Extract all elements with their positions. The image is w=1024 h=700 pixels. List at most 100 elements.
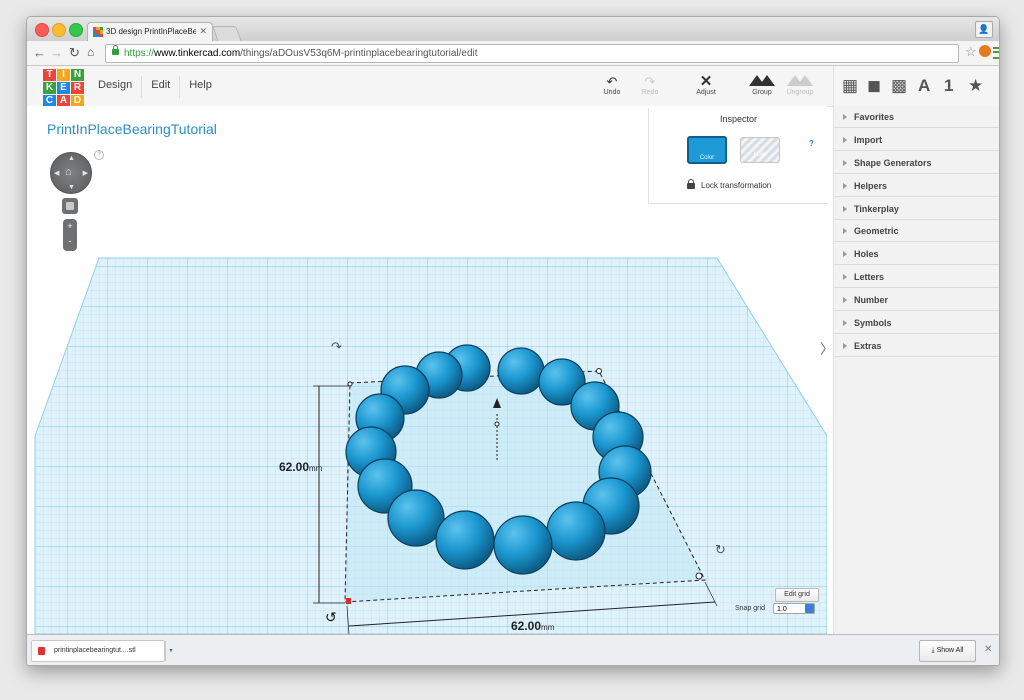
browser-toolbar: ← → ↻ ⌂ https://www.tinkercad.com/things… <box>27 41 999 66</box>
group-icon <box>745 74 779 89</box>
app-header: T I N K E R C A D Design Edit Help ↶ Und… <box>27 66 999 107</box>
tab-close-icon[interactable]: ✕ <box>199 26 207 37</box>
fit-view-icon[interactable] <box>62 198 78 214</box>
redo-icon: ↷ <box>644 74 656 89</box>
panel-item-geometric[interactable]: Geometric <box>834 220 999 242</box>
expand-arrow-icon <box>843 251 847 257</box>
show-all-downloads-button[interactable]: ⤓ Show All <box>919 640 976 662</box>
inspector-title: Inspector <box>719 114 758 124</box>
panel-item-shape-generators[interactable]: Shape Generators <box>834 152 999 174</box>
tinkercad-logo[interactable]: T I N K E R C A D <box>43 69 84 107</box>
panel-item-import[interactable]: Import <box>834 129 999 151</box>
new-tab-button[interactable] <box>212 26 242 42</box>
snap-grid-select[interactable]: 1.0 <box>773 603 815 614</box>
selection-handle <box>695 572 703 580</box>
inspector-help-icon[interactable]: ? <box>809 139 814 148</box>
orbit-left-icon[interactable]: ◀ <box>54 169 59 177</box>
group-button[interactable]: Group <box>745 74 779 96</box>
view-toolbar: ▦ ◼ ▩ A 1 ★ <box>833 66 999 106</box>
panel-item-favorites[interactable]: Favorites <box>834 106 999 128</box>
rotate-handle-icon: ↷ <box>331 340 343 355</box>
expand-arrow-icon <box>843 206 847 212</box>
nav-help-icon[interactable]: ? <box>94 150 104 160</box>
rotate-handle-icon: ↺ <box>325 610 337 626</box>
address-bar[interactable]: https://www.tinkercad.com/things/aDOusV5… <box>105 44 959 63</box>
number-shape-icon[interactable]: 1 <box>944 76 953 96</box>
tinkercad-favicon-icon <box>93 27 103 37</box>
panel-item-symbols[interactable]: Symbols <box>834 312 999 334</box>
panel-item-tinkerplay[interactable]: Tinkerplay <box>834 198 999 220</box>
selection-handle-corner <box>346 598 351 604</box>
design-title[interactable]: PrintInPlaceBearingTutorial <box>47 121 217 137</box>
logo-letter: R <box>71 82 84 94</box>
main-menu: Design Edit Help <box>89 76 221 98</box>
edit-grid-button[interactable]: Edit grid <box>775 588 819 602</box>
undo-button[interactable]: ↶ Undo <box>595 74 629 96</box>
close-window-button[interactable] <box>35 23 49 37</box>
download-bar: printinplacebearingtut....stl ▾ ⤓ Show A… <box>27 634 999 665</box>
menu-help[interactable]: Help <box>180 76 221 98</box>
panel-item-holes[interactable]: Holes <box>834 243 999 265</box>
lock-transformation-label: Lock transformation <box>701 181 772 190</box>
logo-letter: N <box>71 69 84 81</box>
file-icon <box>38 647 45 655</box>
favorites-star-icon[interactable]: ★ <box>968 76 983 96</box>
wireframe-cube-icon[interactable]: ▩ <box>891 76 907 96</box>
zoom-control: + - <box>63 219 77 251</box>
close-download-bar-icon[interactable]: ✕ <box>984 644 992 655</box>
menu-design[interactable]: Design <box>89 76 143 98</box>
logo-letter: T <box>43 69 56 81</box>
panel-item-extras[interactable]: Extras <box>834 335 999 357</box>
secure-lock-icon <box>112 45 119 55</box>
shapes-panel: Favorites Import Shape Generators Helper… <box>833 106 999 634</box>
expand-arrow-icon <box>843 114 847 120</box>
zoom-in-button[interactable]: + <box>63 219 77 234</box>
adjust-label: Adjust <box>696 89 716 96</box>
reload-icon[interactable]: ↻ <box>69 45 80 61</box>
grid-view-icon[interactable]: ▦ <box>842 76 858 96</box>
browser-tab[interactable]: 3D design PrintInPlaceBea ✕ <box>87 22 213 42</box>
zoom-out-button[interactable]: - <box>63 234 77 249</box>
panel-item-letters[interactable]: Letters <box>834 266 999 288</box>
orbit-up-icon[interactable]: ▲ <box>68 155 75 162</box>
back-icon[interactable]: ← <box>33 45 46 60</box>
download-item[interactable]: printinplacebearingtut....stl ▾ <box>31 640 173 662</box>
height-dimension-label[interactable]: 62.00mm <box>279 460 322 474</box>
menu-icon[interactable] <box>993 47 999 59</box>
width-dimension-label[interactable]: 62.00mm <box>511 619 554 633</box>
lock-transformation-toggle[interactable]: Lock transformation <box>687 179 772 190</box>
inspector-panel: Inspector Color Hole ? Lock transformati… <box>648 108 828 204</box>
collapse-panel-icon[interactable]: 〉 <box>820 338 827 360</box>
expand-arrow-icon <box>843 137 847 143</box>
bearing-ball <box>546 501 606 561</box>
adjust-button[interactable]: ✕ Adjust <box>689 74 723 96</box>
ungroup-icon <box>783 74 817 89</box>
text-shape-icon[interactable]: A <box>918 76 930 96</box>
orbit-control[interactable]: ▲ ▼ ◀ ▶ ⌂ <box>50 152 92 194</box>
home-icon[interactable]: ⌂ <box>87 45 94 59</box>
bookmark-star-icon[interactable]: ☆ <box>965 44 977 60</box>
panel-item-helpers[interactable]: Helpers <box>834 175 999 197</box>
minimize-window-button[interactable] <box>52 23 66 37</box>
download-menu-caret-icon[interactable]: ▾ <box>165 641 176 661</box>
redo-button[interactable]: ↷ Redo <box>633 74 667 96</box>
orbit-right-icon[interactable]: ▶ <box>83 169 88 177</box>
tab-title: 3D design PrintInPlaceBea <box>106 27 196 36</box>
home-view-icon[interactable]: ⌂ <box>65 166 77 178</box>
extension-icon[interactable] <box>979 45 991 57</box>
solid-cube-icon[interactable]: ◼ <box>867 76 881 96</box>
adjust-icon: ✕ <box>699 73 713 90</box>
profile-icon[interactable]: 👤 <box>975 21 993 38</box>
hole-button[interactable]: Hole <box>740 137 780 163</box>
bearing-ball <box>435 510 495 570</box>
orbit-down-icon[interactable]: ▼ <box>68 184 75 191</box>
forward-icon[interactable]: → <box>50 45 63 60</box>
color-button[interactable]: Color <box>687 136 727 164</box>
tinkercad-app: T I N K E R C A D Design Edit Help ↶ Und… <box>27 66 999 634</box>
zoom-window-button[interactable] <box>69 23 83 37</box>
panel-item-number[interactable]: Number <box>834 289 999 311</box>
expand-arrow-icon <box>843 228 847 234</box>
logo-letter: E <box>57 82 70 94</box>
ungroup-button[interactable]: Ungroup <box>783 74 817 96</box>
menu-edit[interactable]: Edit <box>142 76 181 98</box>
